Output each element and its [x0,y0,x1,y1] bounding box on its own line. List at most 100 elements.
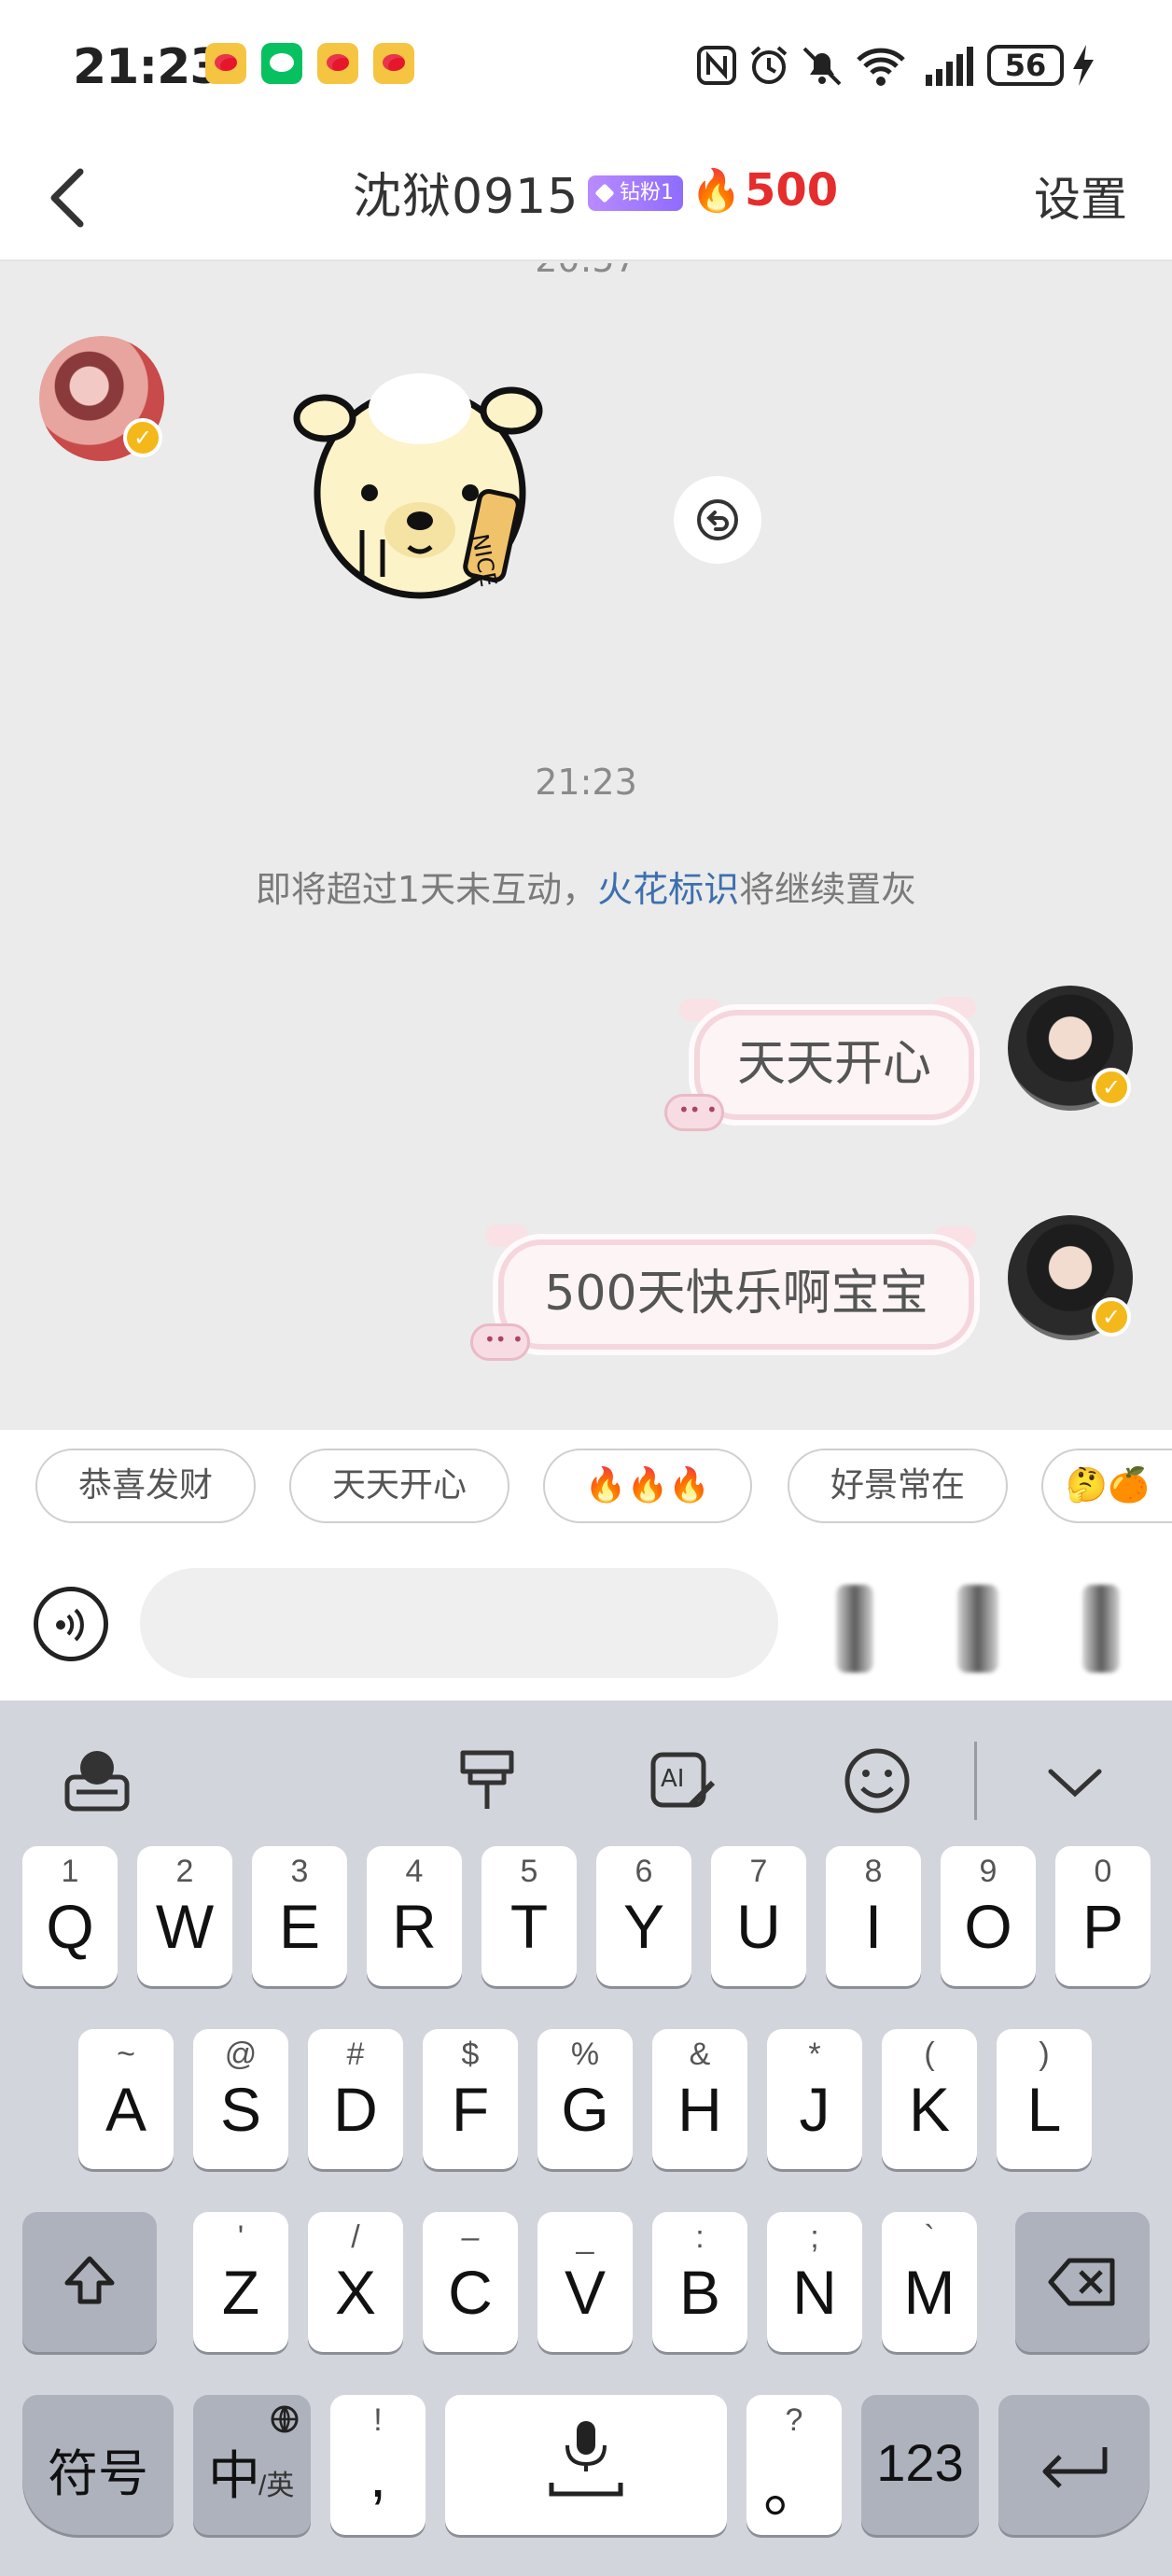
verified-badge: ✓ [123,418,162,457]
key-x[interactable]: / X [308,2212,403,2352]
key-l[interactable]: ) L [997,2029,1092,2169]
status-bar: 21:23 56 [0,0,1172,131]
key-s[interactable]: @ S [193,2029,288,2169]
quick-reply-chip[interactable]: 好景常在 [788,1449,1008,1523]
voice-wave-icon [56,1608,84,1642]
paint-brush-icon[interactable] [450,1743,524,1818]
key-i[interactable]: 8I [826,1846,921,1986]
key-z[interactable]: ' Z [193,2212,288,2352]
return-icon [1042,2447,1108,2488]
charging-icon [1073,45,1094,86]
emoji-icon[interactable] [840,1743,914,1818]
key-f[interactable]: $ F [423,2029,518,2169]
key-h[interactable]: & H [652,2029,747,2169]
bubble-decoration [470,1323,530,1361]
prev-time-stamp: 20:57 [0,263,1172,280]
key-q[interactable]: 1Q [22,1846,118,1986]
svg-text:AI: AI [661,1765,684,1793]
key-v[interactable]: _ V [537,2212,633,2352]
key-j[interactable]: * J [767,2029,862,2169]
key-t[interactable]: 5T [481,1846,577,1986]
microphone-icon [549,2421,623,2497]
spark-count: 500 [745,164,839,217]
voice-input-button[interactable] [34,1587,108,1661]
weibo-app-icon [317,43,358,84]
bubble-decoration [664,1094,724,1131]
quick-reply-bar: 恭喜发财 天天开心 🔥🔥🔥 好景常在 🤔🍊 [0,1430,1172,1551]
puppy-sticker[interactable]: NICE [289,353,551,605]
key-m[interactable]: ` M [882,2212,977,2352]
chat-area[interactable]: 20:57 ✓ NICE 21:23 即将超过1天未互动，火花标识将继续置灰 天… [0,263,1172,1430]
verified-badge: ✓ [1092,1068,1131,1107]
key-k[interactable]: (K [882,2029,977,2169]
settings-button[interactable]: 设置 [1034,162,1127,230]
message-input[interactable] [140,1568,778,1678]
emoji-button[interactable] [836,1585,873,1673]
verified-badge: ✓ [1092,1297,1131,1337]
quick-reply-chip[interactable]: 🤔🍊 [1041,1449,1172,1523]
key-e[interactable]: 3E [252,1846,347,1986]
language-switch-key[interactable]: 中 /英 [193,2395,311,2535]
recall-button[interactable] [674,476,761,564]
spark-flame-icon: 🔥 [691,167,742,215]
weibo-app-icon [205,43,246,84]
back-arrow-icon[interactable] [37,161,112,235]
undo-icon [697,499,738,540]
wechat-app-icon [261,43,302,84]
backspace-icon [1048,2258,1115,2306]
message-bubble[interactable]: 500天快乐啊宝宝 [498,1239,974,1350]
notice-prefix: 即将超过1天未互动， [255,869,598,910]
shift-arrow-icon [64,2256,115,2304]
key-d[interactable]: # D [308,2029,403,2169]
key-r[interactable]: 4R [367,1846,462,1986]
message-bubble[interactable]: 天天开心 [694,1010,974,1120]
enter-key[interactable] [998,2395,1150,2535]
key-n[interactable]: ; N [767,2212,862,2352]
key-u[interactable]: 7U [711,1846,806,1986]
lang-label: 中 [208,2446,260,2505]
keyboard: AI 1Q 2W 3E 4R 5T 6Y 7U 8I 9O 0P ~ A @ S #… [0,1701,1172,2576]
quick-reply-chip[interactable]: 🔥🔥🔥 [543,1449,752,1523]
key-p[interactable]: 0P [1055,1846,1151,1986]
signal-icon [926,47,973,86]
battery-icon: 56 [987,45,1064,86]
lang-sub-label: /英 [258,2471,295,2501]
globe-icon [271,2405,299,2433]
fan-level-badge[interactable]: 钻粉1 [588,175,683,211]
chevron-down-icon[interactable] [1038,1743,1112,1818]
weibo-app-icon [373,43,414,84]
contact-name[interactable]: 沈狱0915 [353,157,579,227]
period-key[interactable]: ?。 [746,2395,842,2535]
key-b[interactable]: :B [652,2212,747,2352]
input-row [0,1551,1172,1701]
symbols-key[interactable]: 符号 [22,2395,174,2535]
gallery-button[interactable] [957,1585,998,1673]
ai-write-icon[interactable]: AI [646,1743,720,1818]
quick-reply-chip[interactable]: 恭喜发财 [35,1449,256,1523]
alarm-icon [750,46,788,84]
status-time: 21:23 [73,39,224,95]
numbers-key[interactable]: 123 [861,2395,979,2535]
chat-header: 沈狱0915 钻粉1 🔥 500 设置 [0,131,1172,261]
spark-mark-link[interactable]: 火花标识 [597,869,739,910]
shift-key[interactable] [22,2212,157,2352]
key-g[interactable]: % G [537,2029,633,2169]
keyboard-globe-icon[interactable] [60,1743,134,1818]
quick-reply-chip[interactable]: 天天开心 [289,1449,509,1523]
notice-suffix: 将继续置灰 [739,869,917,910]
space-key[interactable] [445,2395,727,2535]
key-w[interactable]: 2W [137,1846,232,1986]
more-button[interactable] [1082,1585,1120,1673]
spark-notice: 即将超过1天未互动，火花标识将继续置灰 [0,861,1172,912]
key-y[interactable]: 6Y [596,1846,691,1986]
comma-key[interactable]: !, [330,2395,426,2535]
key-o[interactable]: 9O [941,1846,1036,1986]
time-stamp: 21:23 [535,762,637,803]
key-c[interactable]: – C [423,2212,518,2352]
backspace-key[interactable] [1015,2212,1150,2352]
wifi-icon [857,48,905,86]
mute-bell-icon [802,47,842,86]
nfc-icon [697,46,736,85]
toolbar-divider [974,1742,977,1820]
key-a[interactable]: ~ A [78,2029,174,2169]
